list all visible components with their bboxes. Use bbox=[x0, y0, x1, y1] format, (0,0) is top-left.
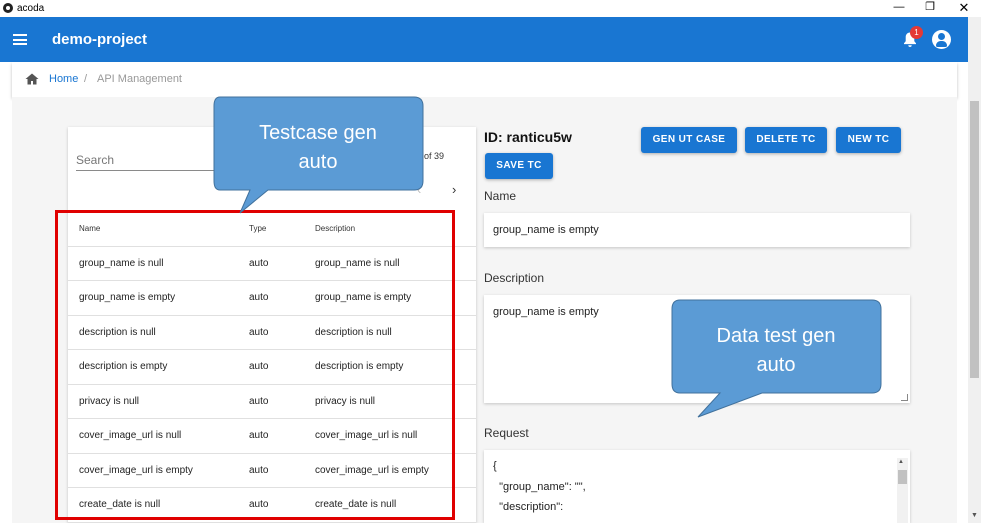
cell-description: cover_image_url is null bbox=[315, 418, 476, 454]
cell-name: cover_image_url is null bbox=[68, 418, 249, 454]
cell-type: auto bbox=[249, 246, 315, 281]
name-field[interactable]: group_name is empty bbox=[484, 213, 910, 247]
request-scroll-up-icon[interactable]: ▲ bbox=[898, 459, 904, 465]
cell-description: privacy is null bbox=[315, 384, 476, 419]
gen-ut-case-button[interactable]: GEN UT CASE bbox=[641, 127, 737, 153]
scrollbar-thumb[interactable] bbox=[970, 101, 979, 378]
new-tc-button[interactable]: NEW TC bbox=[836, 127, 901, 153]
table-header-row: Name Type Description bbox=[68, 212, 476, 247]
breadcrumb-current: API Management bbox=[97, 73, 182, 85]
cell-description: cover_image_url is empty bbox=[315, 453, 476, 488]
description-field[interactable]: group_name is empty bbox=[484, 295, 910, 403]
request-line: { bbox=[493, 460, 497, 472]
minimize-icon[interactable]: — bbox=[885, 0, 913, 17]
table-row[interactable]: description is null auto description is nu… bbox=[68, 315, 476, 350]
table-row[interactable]: cover_image_url is null auto cover_image_u… bbox=[68, 418, 476, 454]
cell-description: group_name is empty bbox=[315, 280, 476, 316]
app-logo-icon bbox=[3, 3, 13, 13]
window-title-bar: acoda — ❐ ✕ bbox=[0, 0, 981, 17]
breadcrumb: Home / API Management bbox=[12, 62, 957, 97]
table-row[interactable]: privacy is null auto privacy is null bbox=[68, 384, 476, 419]
pagination-info: of 39 bbox=[424, 151, 445, 161]
testcase-table: Name Type Description group_name is null… bbox=[68, 212, 476, 523]
app-bar: demo-project 1 bbox=[0, 17, 968, 62]
table-row[interactable]: group_name is empty auto group_name is emp… bbox=[68, 280, 476, 316]
table-row[interactable]: description is empty auto description is e… bbox=[68, 349, 476, 385]
restore-icon[interactable]: ❐ bbox=[916, 0, 944, 17]
request-scrollbar[interactable]: ▲ bbox=[897, 458, 908, 523]
table-row[interactable]: group_name is null auto group_name is null bbox=[68, 246, 476, 281]
breadcrumb-home-link[interactable]: Home bbox=[49, 73, 78, 85]
cell-type: auto bbox=[249, 384, 315, 419]
project-name: demo-project bbox=[52, 31, 148, 48]
description-label: Description bbox=[484, 271, 545, 285]
cell-type: auto bbox=[249, 315, 315, 350]
cell-name: create_date is null bbox=[68, 487, 249, 523]
cell-name: cover_image_url is empty bbox=[68, 453, 249, 488]
cell-description: create_date is null bbox=[315, 487, 476, 523]
search-input[interactable] bbox=[76, 153, 216, 167]
cell-type: auto bbox=[249, 418, 315, 454]
cell-name: description is empty bbox=[68, 349, 249, 385]
cell-description: description is null bbox=[315, 315, 476, 350]
request-editor[interactable]: { "group_name": "", "description": ▲ bbox=[484, 450, 910, 523]
testcase-id: ID: ranticu5w bbox=[484, 129, 572, 145]
cell-description: description is empty bbox=[315, 349, 476, 385]
table-row[interactable]: cover_image_url is empty auto cover_image_… bbox=[68, 453, 476, 488]
request-label: Request bbox=[484, 426, 529, 440]
cell-name: group_name is empty bbox=[68, 280, 249, 316]
cell-description: group_name is null bbox=[315, 246, 476, 281]
resize-handle-icon[interactable] bbox=[901, 394, 908, 401]
cell-type: auto bbox=[249, 280, 315, 316]
request-scrollbar-thumb[interactable] bbox=[898, 470, 907, 484]
description-text: group_name is empty bbox=[493, 306, 599, 318]
notification-badge: 1 bbox=[910, 26, 923, 39]
table-row[interactable]: create_date is null auto create_date is nu… bbox=[68, 487, 476, 523]
hamburger-menu-icon[interactable] bbox=[13, 34, 27, 45]
search-field[interactable] bbox=[76, 151, 216, 171]
cell-type: auto bbox=[249, 453, 315, 488]
cell-name: privacy is null bbox=[68, 384, 249, 419]
testcase-list-card: of 39 ‹ › Name Type Description group_na… bbox=[68, 127, 476, 523]
account-icon[interactable] bbox=[932, 30, 951, 49]
column-header-type[interactable]: Type bbox=[249, 212, 315, 247]
home-icon[interactable] bbox=[25, 73, 39, 85]
breadcrumb-separator: / bbox=[84, 73, 88, 85]
cell-type: auto bbox=[249, 487, 315, 523]
request-line: "group_name": "", bbox=[493, 481, 586, 493]
close-icon[interactable]: ✕ bbox=[950, 0, 978, 17]
prev-page-icon[interactable]: ‹ bbox=[417, 182, 421, 197]
save-tc-button[interactable]: SAVE TC bbox=[485, 153, 553, 179]
delete-tc-button[interactable]: DELETE TC bbox=[745, 127, 827, 153]
cell-name: description is null bbox=[68, 315, 249, 350]
column-header-name[interactable]: Name bbox=[68, 212, 249, 247]
request-line: "description": bbox=[493, 501, 564, 513]
scroll-down-icon[interactable]: ▼ bbox=[968, 509, 981, 522]
window-title: acoda bbox=[17, 3, 45, 14]
page-scrollbar[interactable]: ▲ ▼ bbox=[968, 17, 981, 523]
cell-name: group_name is null bbox=[68, 246, 249, 281]
column-header-description[interactable]: Description bbox=[315, 212, 476, 247]
name-label: Name bbox=[484, 189, 517, 203]
cell-type: auto bbox=[249, 349, 315, 385]
next-page-icon[interactable]: › bbox=[452, 182, 456, 197]
